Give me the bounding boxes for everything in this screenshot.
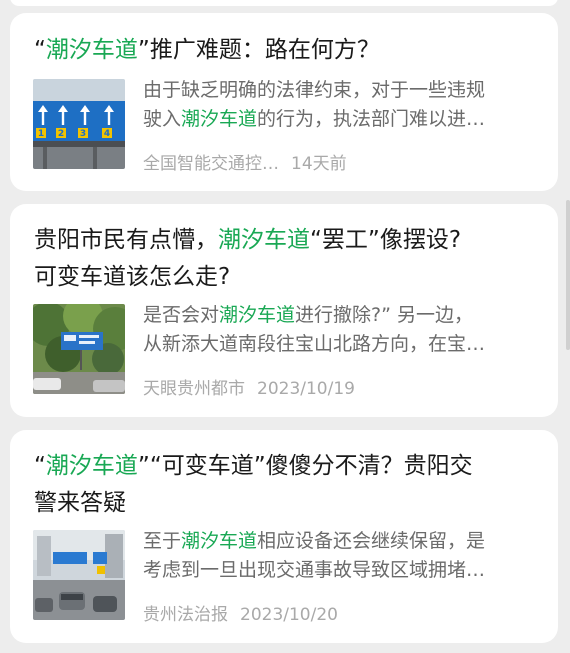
title-keyword-highlight: 潮汐车道	[45, 453, 138, 479]
article-title[interactable]: “潮汐车道”推广难题：路在何方？	[34, 32, 536, 69]
article-snippet: 由于缺乏明确的法律约束，对于一些违规 驶入潮汐车道的行为，执法部门难以进…	[143, 79, 486, 130]
article-snippet: 是否会对潮汐车道进行撤除?” 另一边， 从新添大道南段往宝山北路方向，在宝…	[143, 304, 486, 355]
lane-number: 2	[58, 129, 64, 139]
road-traffic-image	[33, 530, 125, 620]
lane-number: 3	[80, 129, 86, 139]
article-date: 2023/10/19	[257, 379, 355, 399]
article-meta: 贵州法治报 2023/10/20	[143, 600, 338, 625]
snippet-keyword-highlight: 潮汐车道	[181, 530, 258, 552]
lane-number: 4	[104, 129, 110, 139]
snippet-keyword-highlight: 潮汐车道	[181, 108, 258, 130]
article-thumbnail[interactable]	[33, 530, 125, 620]
title-keyword-highlight: 潮汐车道	[45, 37, 138, 63]
lane-sign-image: 1 2 3 4	[33, 79, 125, 169]
article-snippet: 至于潮汐车道相应设备还会继续保留，是 考虑到一旦出现交通事故导致区域拥堵…	[143, 530, 486, 581]
article-source: 天眼贵州都市	[143, 379, 245, 399]
snippet-keyword-highlight: 潮汐车道	[219, 304, 296, 326]
news-card-3[interactable]: “潮汐车道”“可变车道”傻傻分不清？贵阳交 警来答疑 至于潮汐车道相应设备还会继…	[10, 430, 558, 643]
article-date: 14天前	[291, 154, 347, 174]
street-scene-image	[33, 304, 125, 394]
article-title[interactable]: 贵阳市民有点懵，潮汐车道“罢工”像摆设? 可变车道该怎么走?	[34, 222, 536, 296]
article-title[interactable]: “潮汐车道”“可变车道”傻傻分不清？贵阳交 警来答疑	[34, 448, 536, 522]
article-source: 贵州法治报	[143, 605, 228, 625]
title-text: ”推广难题：路在何方？	[137, 37, 380, 63]
article-meta: 全国智能交通控… 14天前	[143, 149, 347, 174]
title-text: “	[34, 37, 46, 63]
title-keyword-highlight: 潮汐车道	[218, 227, 310, 253]
news-card-1[interactable]: “潮汐车道”推广难题：路在何方？ 1 2 3 4 由于缺乏明确的法律约束，对于一…	[10, 13, 558, 191]
article-thumbnail[interactable]: 1 2 3 4	[33, 79, 125, 169]
previous-card-edge	[10, 0, 558, 6]
article-date: 2023/10/20	[240, 605, 338, 625]
scrollbar[interactable]	[566, 200, 570, 350]
article-thumbnail[interactable]	[33, 304, 125, 394]
article-meta: 天眼贵州都市 2023/10/19	[143, 374, 355, 399]
article-source: 全国智能交通控…	[143, 154, 279, 174]
lane-number: 1	[38, 129, 44, 139]
news-card-2[interactable]: 贵阳市民有点懵，潮汐车道“罢工”像摆设? 可变车道该怎么走? 是否会对潮汐车道进…	[10, 204, 558, 417]
